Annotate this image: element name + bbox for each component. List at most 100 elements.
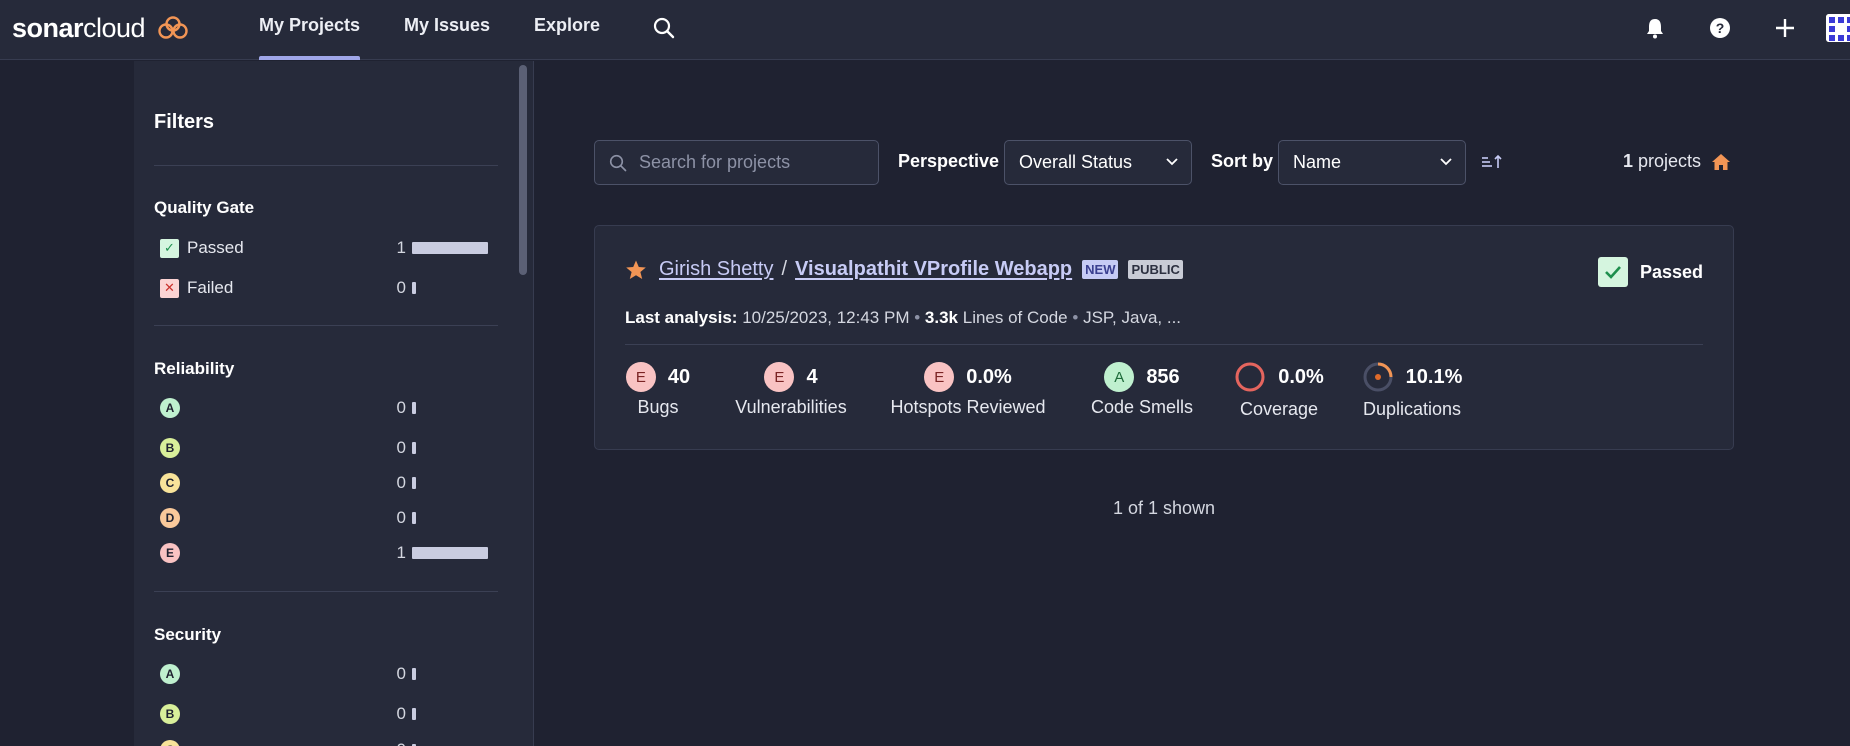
search-input[interactable] [639, 152, 859, 173]
grade-a-badge: A [1104, 362, 1135, 392]
grade-c-badge: C [160, 473, 180, 493]
metric-bugs[interactable]: E 40 Bugs [625, 361, 691, 418]
sidebar-scrollbar[interactable] [519, 65, 527, 275]
metric-coverage[interactable]: 0.0% Coverage [1231, 361, 1327, 420]
project-search-box[interactable] [594, 140, 879, 185]
grade-e-badge: E [764, 362, 795, 392]
metric-name: Vulnerabilities [735, 397, 847, 417]
sort-by-select[interactable]: Name [1278, 140, 1466, 185]
divider [625, 344, 1703, 345]
failed-x-icon: ✕ [160, 278, 179, 298]
filter-reliability-e[interactable]: E 1 [160, 540, 502, 566]
metric-vulnerabilities[interactable]: E 4 Vulnerabilities [731, 361, 851, 418]
add-plus-icon[interactable] [1771, 14, 1799, 42]
analysis-date: 10/25/2023, 12:43 PM [742, 308, 910, 327]
grade-b-badge: B [160, 704, 180, 724]
cloud-logo-icon [158, 16, 188, 39]
divider [154, 165, 498, 166]
last-analysis-info: Last analysis: 10/25/2023, 12:43 PM • 3.… [625, 308, 1182, 327]
divider [154, 591, 498, 592]
chevron-down-icon [1166, 158, 1178, 166]
filter-bar [412, 668, 416, 680]
metric-code-smells[interactable]: A 856 Code Smells [1087, 361, 1197, 418]
filter-count: 0 [396, 508, 406, 527]
quality-gate-heading: Quality Gate [154, 198, 255, 217]
quality-gate-label: Passed [1639, 261, 1703, 282]
quality-gate-status: Passed [1597, 257, 1703, 287]
grade-e-badge: E [160, 543, 180, 563]
filter-bar [412, 402, 416, 414]
sonarcloud-logo[interactable]: sonar cloud [12, 10, 189, 46]
grade-e-badge: E [924, 362, 955, 392]
sort-direction-icon[interactable] [1478, 148, 1506, 176]
metric-hotspots-reviewed[interactable]: E 0.0% Hotspots Reviewed [885, 361, 1051, 418]
project-name-link[interactable]: Visualpathit VProfile Webapp [795, 258, 1072, 281]
favorite-star-icon[interactable] [625, 259, 647, 281]
filter-bar [412, 282, 416, 294]
chevron-down-icon [1440, 158, 1452, 166]
projects-count-number: 1 [1623, 151, 1634, 171]
metric-value: 4 [806, 365, 818, 388]
grade-d-badge: D [160, 508, 180, 528]
metric-name: Duplications [1362, 399, 1462, 419]
filter-count: 0 [396, 398, 406, 417]
filter-bar [412, 547, 488, 559]
filter-count: 0 [396, 278, 406, 297]
tab-explore[interactable]: Explore [534, 0, 600, 60]
metric-duplications[interactable]: 10.1% Duplications [1357, 361, 1467, 420]
grade-b-badge: B [160, 438, 180, 458]
divider [154, 325, 498, 326]
filter-count: 0 [396, 438, 406, 457]
filter-reliability-c[interactable]: C 0 [160, 470, 502, 496]
projects-count-label: projects [1638, 151, 1702, 171]
filter-bar [412, 242, 488, 254]
loc-label: Lines of Code [962, 308, 1068, 327]
filter-count: 0 [392, 740, 406, 746]
filters-title: Filters [154, 111, 215, 133]
filter-security-a[interactable]: A 0 [160, 661, 502, 687]
new-tag-badge: NEW [1082, 260, 1119, 279]
breadcrumb-separator: / [781, 258, 788, 280]
grade-a-badge: A [160, 398, 180, 418]
metric-name: Bugs [637, 397, 679, 417]
filter-reliability-a[interactable]: A 0 [160, 395, 502, 421]
filter-quality-gate-passed[interactable]: ✓ Passed 1 [160, 235, 502, 261]
help-icon[interactable]: ? [1706, 14, 1734, 42]
sort-by-value: Name [1293, 152, 1342, 172]
metric-value: 40 [667, 365, 691, 388]
metric-value: 856 [1146, 365, 1180, 388]
home-icon[interactable] [1711, 152, 1731, 172]
filter-label: Failed [187, 278, 234, 297]
metric-name: Hotspots Reviewed [890, 397, 1046, 417]
filter-reliability-b[interactable]: B 0 [160, 435, 502, 461]
top-navigation-bar: sonar cloud My Projects My Issues Explore… [0, 0, 1850, 60]
loc-value: 3.3k [924, 308, 958, 327]
search-icon [609, 154, 627, 171]
grade-c-badge: C [160, 740, 180, 746]
coverage-ring-icon [1235, 362, 1265, 392]
passed-check-icon [1597, 257, 1628, 287]
project-owner-link[interactable]: Girish Shetty [659, 258, 773, 281]
project-card: Girish Shetty / Visualpathit VProfile We… [594, 225, 1734, 450]
grade-e-badge: E [625, 362, 656, 392]
notifications-bell-icon[interactable] [1641, 14, 1669, 42]
filter-quality-gate-failed[interactable]: ✕ Failed 0 [160, 275, 502, 301]
filter-count: 0 [396, 473, 406, 492]
sort-by-label: Sort by [1211, 151, 1274, 171]
metric-value: 0.0% [966, 365, 1012, 388]
filter-count: 0 [396, 664, 406, 683]
analysis-label: Last analysis: [625, 308, 738, 327]
filter-bar [412, 708, 416, 720]
filter-security-b[interactable]: B 0 [160, 701, 502, 727]
results-shown-text: 1 of 1 shown [1112, 498, 1216, 518]
projects-count: 1 projects [1623, 151, 1731, 172]
search-icon[interactable] [650, 14, 678, 42]
metric-value: 10.1% [1405, 365, 1463, 388]
filter-reliability-d[interactable]: D 0 [160, 505, 502, 531]
avatar[interactable] [1826, 14, 1850, 42]
filter-security-c[interactable]: C 0 [160, 737, 502, 746]
tab-my-issues[interactable]: My Issues [404, 0, 490, 60]
filter-count: 1 [396, 238, 406, 257]
perspective-select[interactable]: Overall Status [1004, 140, 1192, 185]
tab-my-projects[interactable]: My Projects [259, 0, 361, 60]
